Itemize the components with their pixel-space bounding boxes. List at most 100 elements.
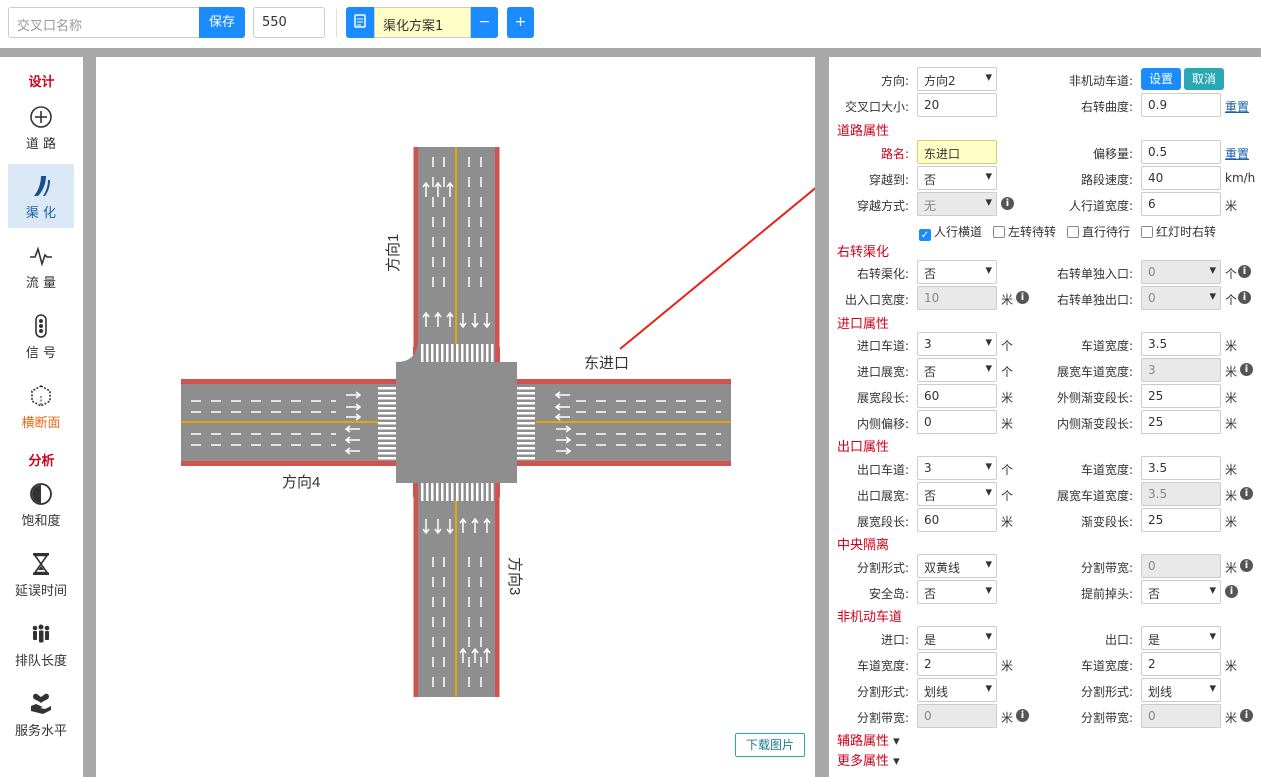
size-input[interactable]: 550 <box>253 7 325 38</box>
sidebar-item-saturation[interactable]: 饱和度 <box>8 472 74 536</box>
gradient-length-input[interactable]: 25 <box>1141 508 1221 532</box>
entry-widen-lane-width-input[interactable]: 3 <box>1141 358 1221 382</box>
bike-entry-select[interactable]: 是 <box>917 626 997 650</box>
median-form-select[interactable]: 双黄线 <box>917 554 997 578</box>
info-icon[interactable]: i <box>1240 559 1253 572</box>
sidebar-item-service-level[interactable]: 服务水平 <box>8 682 74 746</box>
entry-lane-width-input[interactable]: 3.5 <box>1141 332 1221 356</box>
direction-select[interactable]: 方向2 <box>917 67 997 91</box>
curve-reset-link[interactable]: 重置 <box>1225 98 1249 115</box>
outer-gradient-input[interactable]: 25 <box>1141 384 1221 408</box>
exit-lanes-label: 出口车道: <box>856 463 909 477</box>
entry-widen-label: 进口展宽: <box>856 365 909 379</box>
info-icon[interactable]: i <box>1238 265 1251 278</box>
early-uturn-select[interactable]: 否 <box>1141 580 1221 604</box>
analysis-heading: 分析 <box>28 454 55 469</box>
sidebar-item-road[interactable]: 道 路 <box>8 95 74 159</box>
entry-widen-select[interactable]: 否 <box>917 358 997 382</box>
segment-speed-input[interactable]: 40 <box>1141 166 1221 190</box>
plan-name-field[interactable]: 渠化方案1 <box>374 7 471 38</box>
right-splitter[interactable] <box>815 57 829 777</box>
aux-road-toggle[interactable]: 辅路属性 ▾ <box>837 730 900 749</box>
right-exit-select[interactable]: 0 <box>1141 286 1221 310</box>
ped-width-label: 人行道宽度: <box>1068 199 1133 213</box>
cross-to-select[interactable]: 否 <box>917 166 997 190</box>
sidebar-item-queue[interactable]: 排队长度 <box>8 612 74 676</box>
label-direction-1: 方向1 <box>385 234 402 272</box>
unit-meter: 米 <box>1225 711 1238 725</box>
intersection-canvas[interactable]: 方向1 方向3 方向4 东进口 <box>96 57 900 777</box>
road-attributes-heading: 道路属性 <box>837 124 890 139</box>
entry-widen-length-input[interactable]: 60 <box>917 384 997 408</box>
info-icon[interactable]: i <box>1240 709 1253 722</box>
traffic-light-icon <box>35 314 47 338</box>
bike-exit-select[interactable]: 是 <box>1141 626 1221 650</box>
info-icon[interactable]: i <box>1016 709 1029 722</box>
more-attributes-toggle[interactable]: 更多属性 ▾ <box>837 750 900 769</box>
exit-lanes-select[interactable]: 3 <box>917 456 997 480</box>
bike-exit-width-input[interactable]: 2 <box>1141 652 1221 676</box>
ped-width-input[interactable]: 6 <box>1141 192 1221 216</box>
exit-widen-lane-width-label: 展宽车道宽度: <box>1056 489 1133 503</box>
entry-lanes-select[interactable]: 3 <box>917 332 997 356</box>
road-name-input[interactable]: 东进口 <box>917 140 997 164</box>
median-width-input[interactable]: 0 <box>1141 554 1221 578</box>
right-entry-select[interactable]: 0 <box>1141 260 1221 284</box>
offset-input[interactable]: 0.5 <box>1141 140 1221 164</box>
left-wait-checkbox[interactable]: 左转待转 <box>993 223 1056 240</box>
sidebar-item-label: 服务水平 <box>14 724 67 739</box>
exit-lane-width-label: 车道宽度: <box>1080 463 1133 477</box>
unit-meter: 米 <box>1001 391 1014 405</box>
bike-entry-split-input[interactable]: 0 <box>917 704 997 728</box>
exit-widen-select[interactable]: 否 <box>917 482 997 506</box>
right-channel-select[interactable]: 否 <box>917 260 997 284</box>
checkbox-empty <box>1141 226 1153 238</box>
sidebar-item-cross-section[interactable]: 横断面 <box>8 374 74 438</box>
set-button[interactable]: 设置 <box>1141 68 1181 90</box>
sidebar-item-channelization[interactable]: 渠 化 <box>8 164 74 228</box>
early-uturn-label: 提前掉头: <box>1080 587 1133 601</box>
exit-lane-width-input[interactable]: 3.5 <box>1141 456 1221 480</box>
intersection-size-input[interactable]: 20 <box>917 93 997 117</box>
info-icon[interactable]: i <box>1001 197 1014 210</box>
remove-plan-button[interactable]: − <box>471 7 498 38</box>
bike-entry-width-input[interactable]: 2 <box>917 652 997 676</box>
intersection-name-input[interactable]: 交叉口名称 <box>8 7 200 38</box>
add-plan-button[interactable]: + <box>507 7 534 38</box>
bike-exit-width-label: 车道宽度: <box>1080 659 1133 673</box>
red-right-checkbox[interactable]: 红灯时右转 <box>1141 223 1216 240</box>
exit-widen-lane-width-input[interactable]: 3.5 <box>1141 482 1221 506</box>
bike-exit-form-select[interactable]: 划线 <box>1141 678 1221 702</box>
bike-entry-form-select[interactable]: 划线 <box>917 678 997 702</box>
right-curve-input[interactable]: 0.9 <box>1141 93 1221 117</box>
io-width-input[interactable]: 10 <box>917 286 997 310</box>
offset-reset-link[interactable]: 重置 <box>1225 145 1249 162</box>
inner-offset-input[interactable]: 0 <box>917 410 997 434</box>
intersection-drawing[interactable]: 方向1 方向3 方向4 东进口 <box>96 57 815 777</box>
info-icon[interactable]: i <box>1225 585 1238 598</box>
sidebar-item-delay[interactable]: 延误时间 <box>8 542 74 606</box>
info-icon[interactable]: i <box>1240 363 1253 376</box>
info-icon[interactable]: i <box>1016 291 1029 304</box>
straight-wait-checkbox[interactable]: 直行待行 <box>1067 223 1130 240</box>
median-width-label: 分割带宽: <box>1080 561 1133 575</box>
info-icon[interactable]: i <box>1240 487 1253 500</box>
safety-island-label: 安全岛: <box>868 587 909 601</box>
exit-widen-length-input[interactable]: 60 <box>917 508 997 532</box>
download-image-button[interactable]: 下载图片 <box>735 733 805 757</box>
cancel-button[interactable]: 取消 <box>1184 68 1224 90</box>
cross-mode-select[interactable]: 无 <box>917 192 997 216</box>
sidebar-item-signal[interactable]: 信 号 <box>8 304 74 368</box>
save-button[interactable]: 保存 <box>199 7 245 38</box>
bike-exit-split-input[interactable]: 0 <box>1141 704 1221 728</box>
left-splitter[interactable] <box>83 57 96 777</box>
unit-count: 个 <box>1001 489 1014 503</box>
safety-island-select[interactable]: 否 <box>917 580 997 604</box>
inner-gradient-input[interactable]: 25 <box>1141 410 1221 434</box>
crosswalk-checkbox[interactable]: ✓ 人行横道 <box>919 223 982 241</box>
plan-list-button[interactable] <box>346 7 374 38</box>
cube-icon <box>31 385 51 407</box>
sidebar-item-label: 饱和度 <box>21 514 61 529</box>
info-icon[interactable]: i <box>1238 291 1251 304</box>
sidebar-item-flow[interactable]: 流 量 <box>8 234 74 298</box>
